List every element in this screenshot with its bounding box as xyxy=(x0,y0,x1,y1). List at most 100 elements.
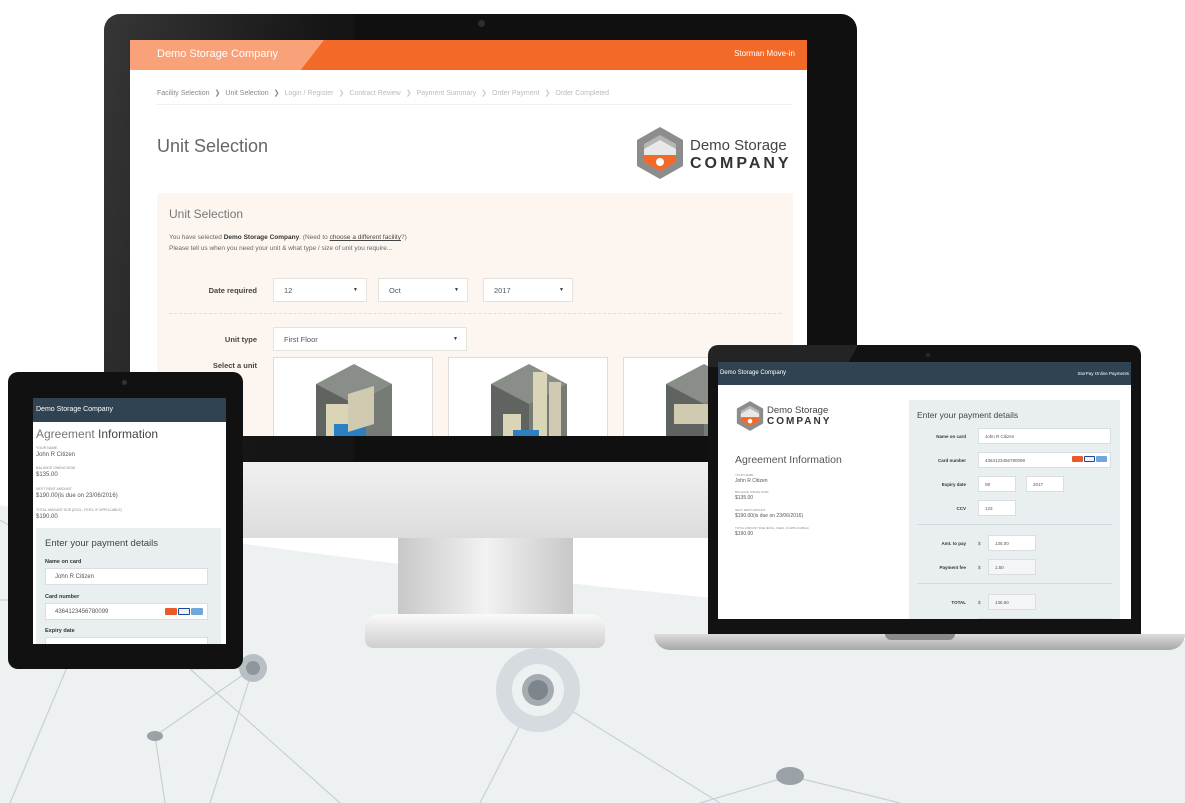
choose-facility-link[interactable]: choose a different facility xyxy=(330,234,401,241)
laptop-notch xyxy=(885,634,955,640)
agreement-title-bold: Information xyxy=(98,427,159,441)
payment-form: Enter your payment details Name on card … xyxy=(909,400,1120,619)
amex-icon xyxy=(1096,456,1107,462)
amex-icon xyxy=(191,608,203,615)
logo-text-line1: Demo Storage xyxy=(767,405,829,416)
expiry-date-input[interactable] xyxy=(45,637,208,644)
breadcrumb-login-register: Login / Register xyxy=(284,90,334,97)
card-number-input[interactable]: 4364123456780099 xyxy=(45,603,208,620)
total-due-value: $190.00 xyxy=(735,531,754,537)
camera-icon xyxy=(926,353,930,357)
mastercard-icon xyxy=(1072,456,1083,462)
intro-middle: . (Need to xyxy=(299,234,330,241)
select-unit-label: Select a unit xyxy=(212,361,257,370)
name-on-card-input[interactable]: John R Citizen xyxy=(45,568,208,585)
unit-option-card[interactable] xyxy=(273,357,433,436)
your-name-value: John R Citizen xyxy=(735,478,768,484)
instructions-text: Please tell us when you need your unit &… xyxy=(169,245,393,252)
next-rent-label: NEXT RENT AMOUNT xyxy=(735,508,766,512)
total-value: 136.50 xyxy=(988,594,1036,610)
your-name-value: John R Citizen xyxy=(36,452,76,458)
name-on-card-label: Name on card xyxy=(936,434,966,439)
date-required-label: Date required xyxy=(208,286,257,295)
tablet-header[interactable]: Demo Storage Company xyxy=(33,398,226,422)
dotted-divider xyxy=(169,313,781,314)
ccv-input[interactable]: 123 xyxy=(978,500,1016,516)
monitor-base xyxy=(365,614,605,648)
expiry-month-input[interactable]: 08 xyxy=(978,476,1016,492)
chevron-right-icon: ❯ xyxy=(481,90,488,97)
panel-title: Unit Selection xyxy=(169,207,244,221)
card-brand-icons xyxy=(1072,456,1107,462)
payment-form: Enter your payment details Name on card … xyxy=(36,528,221,644)
card-number-label: Card number xyxy=(45,594,80,600)
unit-selection-panel: Unit Selection You have selected Demo St… xyxy=(157,193,793,436)
balance-label: BALANCE OWING NOW xyxy=(735,490,769,494)
caret-down-icon: ▼ xyxy=(559,287,564,293)
selected-facility-name: Demo Storage Company xyxy=(223,234,300,241)
logo-text-line1: Demo Storage xyxy=(690,137,787,154)
logo-text-line2: COMPANY xyxy=(690,155,792,172)
chevron-right-icon: ❯ xyxy=(544,90,551,97)
breadcrumb-order-payment: Order Payment xyxy=(492,90,540,97)
unit-option-card[interactable] xyxy=(448,357,608,436)
agreement-title-light: Agreement xyxy=(36,427,95,441)
brand-name[interactable]: Demo Storage Company xyxy=(157,48,278,60)
card-number-value: 4364123456780099 xyxy=(55,609,109,615)
card-number-value: 4364123456780099 xyxy=(985,458,1026,463)
balance-value: $135.00 xyxy=(735,495,754,501)
name-on-card-label: Name on card xyxy=(45,559,82,565)
currency-symbol: $ xyxy=(978,565,981,570)
selected-facility-text: You have selected Demo Storage Company. … xyxy=(169,234,407,241)
laptop-app-name: StorPay Online Payments xyxy=(1077,371,1129,376)
laptop-brand[interactable]: Demo Storage Company xyxy=(720,370,786,376)
agreement-title: Agreement Information xyxy=(735,454,842,466)
total-label: TOTAL xyxy=(951,600,966,605)
divider xyxy=(157,104,792,105)
expiry-year-input[interactable]: 2017 xyxy=(1026,476,1064,492)
name-on-card-input[interactable]: John R Citizen xyxy=(978,428,1111,444)
logo-text-line2: COMPANY xyxy=(767,416,832,427)
caret-down-icon: ▼ xyxy=(353,287,358,293)
chevron-right-icon: ❯ xyxy=(214,90,221,97)
card-brand-icons xyxy=(165,608,203,615)
date-day-select[interactable]: 12 ▼ xyxy=(273,278,367,302)
breadcrumb-facility-selection[interactable]: Facility Selection xyxy=(157,90,210,97)
visa-icon xyxy=(178,608,190,615)
logo-hexagon-icon xyxy=(736,401,764,431)
date-month-select[interactable]: Oct ▼ xyxy=(378,278,468,302)
expiry-date-label: Expiry date xyxy=(45,628,75,634)
next-rent-label: NEXT RENT AMOUNT xyxy=(36,487,72,491)
breadcrumb-unit-selection[interactable]: Unit Selection xyxy=(225,90,268,97)
storage-unit-icon xyxy=(316,364,392,436)
monitor-stand xyxy=(398,538,573,616)
laptop-device: Demo Storage Company StorPay Online Paym… xyxy=(708,345,1141,634)
tablet-device: Demo Storage Company Agreement Informati… xyxy=(8,372,243,669)
breadcrumb: Facility Selection ❯ Unit Selection ❯ Login … xyxy=(157,89,609,97)
total-due-label: TOTAL AMOUNT DUE (EXCL. FEES, IF APPLICA… xyxy=(36,508,122,512)
payment-form-title: Enter your payment details xyxy=(917,410,1019,420)
expiry-date-label: Expiry date xyxy=(941,482,966,487)
card-number-input[interactable]: 4364123456780099 xyxy=(978,452,1111,468)
chevron-right-icon: ❯ xyxy=(273,90,280,97)
date-year-select[interactable]: 2017 ▼ xyxy=(483,278,573,302)
tablet-screen: Demo Storage Company Agreement Informati… xyxy=(33,398,226,644)
agreement-title: Agreement Information xyxy=(36,427,158,441)
chevron-right-icon: ❯ xyxy=(338,90,345,97)
date-month-value: Oct xyxy=(389,286,401,295)
payment-fee-value: 1.50 xyxy=(988,559,1036,575)
caret-down-icon: ▼ xyxy=(453,336,458,342)
balance-value: $135.00 xyxy=(36,472,58,478)
breadcrumb-payment-summary: Payment Summary xyxy=(416,90,477,97)
laptop-header: Demo Storage Company StorPay Online Paym… xyxy=(718,362,1131,385)
unit-type-value: First Floor xyxy=(284,335,318,344)
breadcrumb-order-completed: Order Completed xyxy=(555,90,610,97)
date-day-value: 12 xyxy=(284,286,293,295)
currency-symbol: $ xyxy=(978,541,981,546)
pay-button-partial[interactable] xyxy=(978,618,1111,619)
amount-to-pay-input[interactable]: 135.00 xyxy=(988,535,1036,551)
visa-icon xyxy=(1084,456,1095,462)
unit-type-select[interactable]: First Floor ▼ xyxy=(273,327,467,351)
next-rent-value: $190.00(is due on 23/06/2016) xyxy=(735,513,804,519)
payment-form-title: Enter your payment details xyxy=(45,538,159,549)
